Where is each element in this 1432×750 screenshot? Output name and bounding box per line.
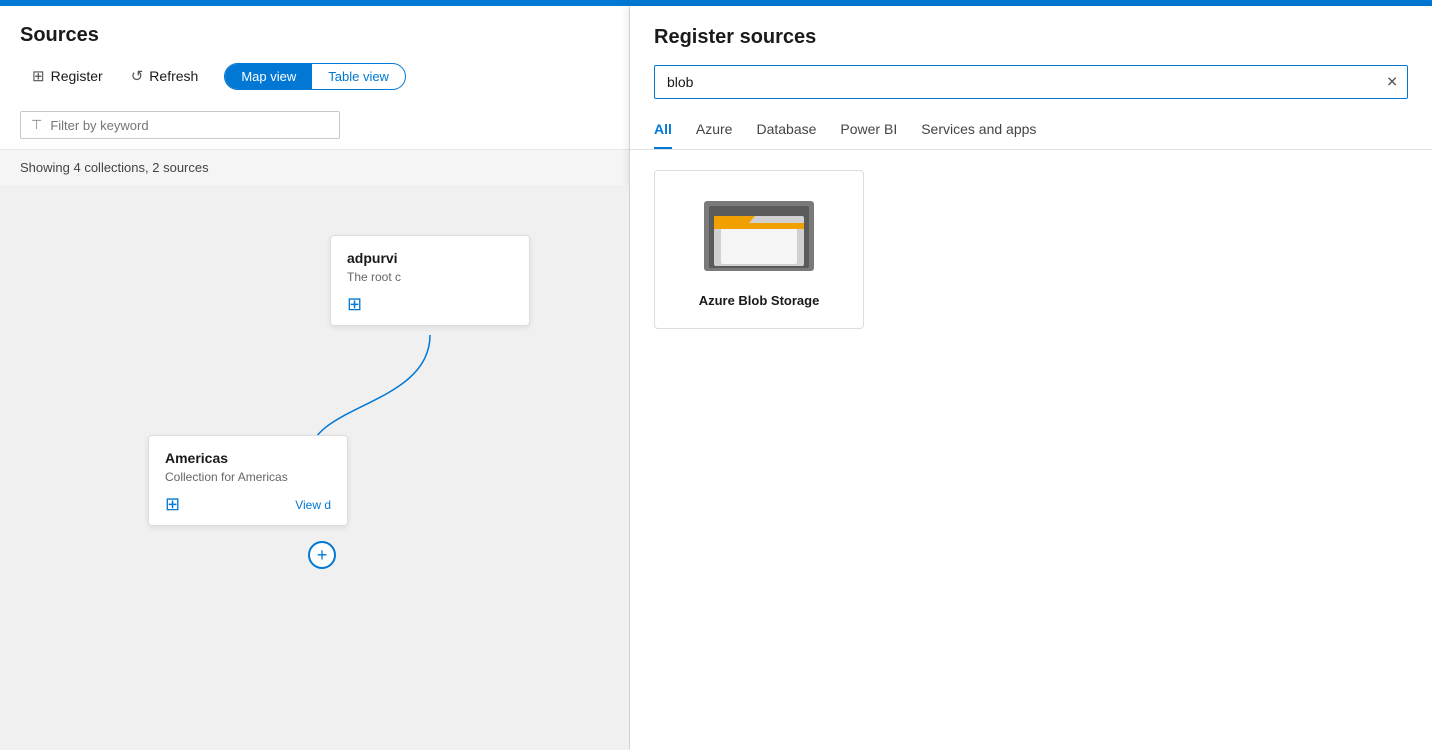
azure-blob-storage-icon <box>699 191 819 281</box>
search-clear-button[interactable]: ✕ <box>1386 74 1398 91</box>
card-actions-adpurvi: ⊞ <box>347 294 513 315</box>
tab-powerbi[interactable]: Power BI <box>840 115 897 149</box>
right-header: Register sources ✕ All Azure Database Po… <box>630 6 1432 150</box>
search-input[interactable] <box>654 65 1408 99</box>
refresh-label: Refresh <box>149 68 198 84</box>
blob-icon-svg <box>699 191 819 281</box>
page-title: Sources <box>20 24 609 47</box>
tab-services[interactable]: Services and apps <box>921 115 1036 149</box>
right-body: Azure Blob Storage <box>630 150 1432 750</box>
main-layout: Sources ⊞ Register ↺ Refresh Map view Ta… <box>0 6 1432 750</box>
showing-text: Showing 4 collections, 2 sources <box>0 150 629 185</box>
card-actions-americas: ⊞ View d <box>165 494 331 515</box>
refresh-button[interactable]: ↺ Refresh <box>119 61 211 91</box>
card-subtitle-adpurvi: The root c <box>347 270 513 284</box>
register-button[interactable]: ⊞ Register <box>20 61 115 91</box>
filter-bar: ⊤ <box>0 101 629 150</box>
map-area: adpurvi The root c ⊞ Americas Collection… <box>0 185 629 750</box>
card-title-americas: Americas <box>165 450 331 466</box>
filter-input[interactable] <box>50 118 329 133</box>
tab-azure[interactable]: Azure <box>696 115 733 149</box>
filter-input-wrap: ⊤ <box>20 111 340 139</box>
left-header: Sources ⊞ Register ↺ Refresh Map view Ta… <box>0 6 629 101</box>
plus-icon: + <box>317 545 328 566</box>
refresh-icon: ↺ <box>131 67 144 85</box>
tabs: All Azure Database Power BI Services and… <box>654 115 1408 149</box>
azure-blob-storage-label: Azure Blob Storage <box>699 293 820 308</box>
toolbar: ⊞ Register ↺ Refresh Map view Table view <box>20 61 609 91</box>
right-title: Register sources <box>654 26 1408 49</box>
grid-icon-americas: ⊞ <box>165 494 180 515</box>
tab-all[interactable]: All <box>654 115 672 149</box>
filter-icon: ⊤ <box>31 117 42 133</box>
right-panel: Register sources ✕ All Azure Database Po… <box>630 6 1432 750</box>
register-label: Register <box>51 68 103 84</box>
map-view-button[interactable]: Map view <box>225 64 312 89</box>
left-panel: Sources ⊞ Register ↺ Refresh Map view Ta… <box>0 6 630 750</box>
node-card-americas[interactable]: Americas Collection for Americas ⊞ View … <box>148 435 348 526</box>
add-button[interactable]: + <box>308 541 336 569</box>
card-title-adpurvi: adpurvi <box>347 250 513 266</box>
register-icon: ⊞ <box>32 67 45 85</box>
grid-icon-adpurvi: ⊞ <box>347 294 362 315</box>
table-view-button[interactable]: Table view <box>312 64 405 89</box>
view-toggle: Map view Table view <box>224 63 406 90</box>
azure-blob-storage-card[interactable]: Azure Blob Storage <box>654 170 864 329</box>
tab-database[interactable]: Database <box>756 115 816 149</box>
view-details-link[interactable]: View d <box>295 498 331 512</box>
node-card-adpurvi[interactable]: adpurvi The root c ⊞ <box>330 235 530 326</box>
search-box-wrap: ✕ <box>654 65 1408 99</box>
card-subtitle-americas: Collection for Americas <box>165 470 331 484</box>
